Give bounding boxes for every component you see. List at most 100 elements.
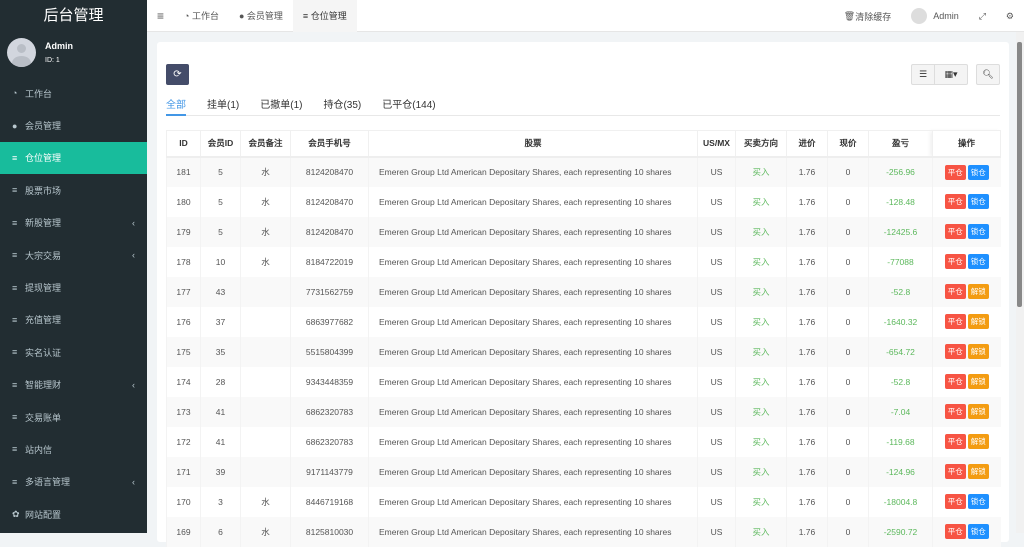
column-header: 进价 <box>786 130 828 158</box>
cell: 174 <box>166 366 201 397</box>
lock-button[interactable]: 锁仓 <box>967 224 989 239</box>
cell: 0 <box>827 426 869 457</box>
table-row: 169 6 水 8125810030 Emeren Group Ltd American… <box>166 516 1001 547</box>
close-position-button[interactable]: 平仓 <box>944 314 966 329</box>
close-position-button[interactable]: 平仓 <box>944 404 966 419</box>
actions-cell: 平仓 锁仓 <box>932 156 1001 187</box>
refresh-button[interactable]: ⟳ <box>166 64 189 85</box>
unlock-button[interactable]: 解锁 <box>967 464 989 479</box>
cell: US <box>697 336 736 367</box>
unlock-button[interactable]: 解锁 <box>967 434 989 449</box>
unlock-button[interactable]: 解锁 <box>967 374 989 389</box>
cell: 0 <box>827 456 869 487</box>
tab-positions[interactable]: ≡ 仓位管理 <box>292 0 357 32</box>
actions-cell: 平仓 解锁 <box>932 396 1001 427</box>
table-row: 178 10 水 8184722019 Emeren Group Ltd America… <box>166 246 1001 277</box>
status-tab[interactable]: 全部 <box>166 96 186 116</box>
clear-cache-button[interactable]: 🗑 清除缓存 <box>834 0 901 32</box>
sidebar-item[interactable]: ≡ 新股管理 ‹ <box>0 207 147 239</box>
close-position-button[interactable]: 平仓 <box>944 254 966 269</box>
cell: US <box>697 456 736 487</box>
sidebar-item[interactable]: ≡ 多语言管理 ‹ <box>0 466 147 498</box>
sidebar-item[interactable]: ≡ 充值管理 <box>0 304 147 336</box>
close-position-button[interactable]: 平仓 <box>944 284 966 299</box>
unlock-button[interactable]: 解锁 <box>967 344 989 359</box>
close-position-button[interactable]: 平仓 <box>944 224 966 239</box>
cell: 169 <box>166 516 201 547</box>
list-icon: ≡ <box>12 444 18 455</box>
close-position-button[interactable]: 平仓 <box>944 194 966 209</box>
unlock-button[interactable]: 解锁 <box>967 404 989 419</box>
table-row: 177 43 7731562759 Emeren Group Ltd American… <box>166 276 1001 307</box>
menu-toggle-icon[interactable]: ≡ <box>147 0 174 32</box>
cell: 水 <box>240 246 291 277</box>
status-tab[interactable]: 已撤单(1) <box>260 96 302 116</box>
cell: 买入 <box>735 336 787 367</box>
user-menu[interactable]: Admin <box>901 0 969 32</box>
tab-members[interactable]: ● 会员管理 <box>229 0 293 32</box>
unlock-button[interactable]: 解锁 <box>967 284 989 299</box>
tab-label: 工作台 <box>191 11 219 21</box>
cell: -52.8 <box>868 366 933 397</box>
lock-button[interactable]: 锁仓 <box>967 254 989 269</box>
sidebar-item[interactable]: ≡ 仓位管理 <box>0 141 147 175</box>
cell <box>240 426 291 457</box>
cell: 8184722019 <box>290 246 369 277</box>
cell <box>240 306 291 337</box>
user-circle-icon: ● <box>238 10 247 21</box>
lock-button[interactable]: 锁仓 <box>967 524 989 539</box>
close-position-button[interactable]: 平仓 <box>944 164 966 180</box>
sidebar-item[interactable]: ≡ 交易账单 <box>0 401 147 433</box>
avatar <box>911 8 928 24</box>
settings-icon[interactable]: ⚙ <box>996 0 1024 32</box>
sidebar-item[interactable]: ≡ 大宗交易 ‹ <box>0 239 147 271</box>
cell: 179 <box>166 216 201 247</box>
close-position-button[interactable]: 平仓 <box>944 464 966 479</box>
cell: 0 <box>827 246 869 277</box>
list-icon: ≡ <box>12 217 18 228</box>
sidebar-item[interactable]: ≡ 智能理财 ‹ <box>0 369 147 401</box>
lock-button[interactable]: 锁仓 <box>967 164 989 180</box>
cell: 5 <box>200 156 241 187</box>
sidebar-item[interactable]: ◔ 工作台 <box>0 77 147 109</box>
toggle-view-button[interactable]: ☰ <box>911 64 935 85</box>
close-position-button[interactable]: 平仓 <box>944 344 966 359</box>
lock-button[interactable]: 锁仓 <box>967 494 989 509</box>
sidebar-item[interactable]: ≡ 站内信 <box>0 433 147 465</box>
cell: 买入 <box>735 396 787 427</box>
list-icon: ≡ <box>12 250 18 261</box>
unlock-button[interactable]: 解锁 <box>967 314 989 329</box>
sidebar-item-label: 股票市场 <box>25 185 62 196</box>
cell: US <box>697 486 736 517</box>
cell: 1.76 <box>786 246 828 277</box>
cell: 买入 <box>735 486 787 517</box>
actions-cell: 平仓 解锁 <box>932 336 1001 367</box>
tab-dashboard[interactable]: ◔ 工作台 <box>174 0 229 32</box>
cell: 买入 <box>735 276 787 307</box>
status-tab[interactable]: 持仓(35) <box>323 96 361 116</box>
sidebar-item[interactable]: ✿ 网站配置 <box>0 498 147 530</box>
close-position-button[interactable]: 平仓 <box>944 524 966 539</box>
status-tab[interactable]: 已平仓(144) <box>382 96 435 116</box>
fullscreen-icon[interactable]: ⤢ <box>969 0 996 32</box>
app-title: 后台管理 <box>0 0 147 32</box>
actions-cell: 平仓 锁仓 <box>932 486 1001 517</box>
close-position-button[interactable]: 平仓 <box>944 494 966 509</box>
cell: 9171143779 <box>290 456 369 487</box>
list-icon: ≡ <box>12 412 18 423</box>
close-position-button[interactable]: 平仓 <box>944 434 966 449</box>
scrollbar[interactable] <box>1016 32 1024 533</box>
scrollbar-thumb[interactable] <box>1017 42 1022 307</box>
cell: -2590.72 <box>868 516 933 547</box>
search-button[interactable]: 🔍︎ <box>976 64 1000 85</box>
sidebar-item[interactable]: ● 会员管理 <box>0 109 147 141</box>
sidebar-item[interactable]: ≡ 实名认证 <box>0 336 147 368</box>
sidebar-item[interactable]: ≡ 股票市场 <box>0 174 147 206</box>
refresh-icon: ⟳ <box>173 69 182 80</box>
status-tab[interactable]: 挂单(1) <box>207 96 239 116</box>
columns-dropdown-button[interactable]: ▦▾ <box>935 64 968 85</box>
close-position-button[interactable]: 平仓 <box>944 374 966 389</box>
sidebar-item[interactable]: ≡ 提现管理 <box>0 271 147 303</box>
grid-icon: ▦▾ <box>944 69 958 79</box>
lock-button[interactable]: 锁仓 <box>967 194 989 209</box>
